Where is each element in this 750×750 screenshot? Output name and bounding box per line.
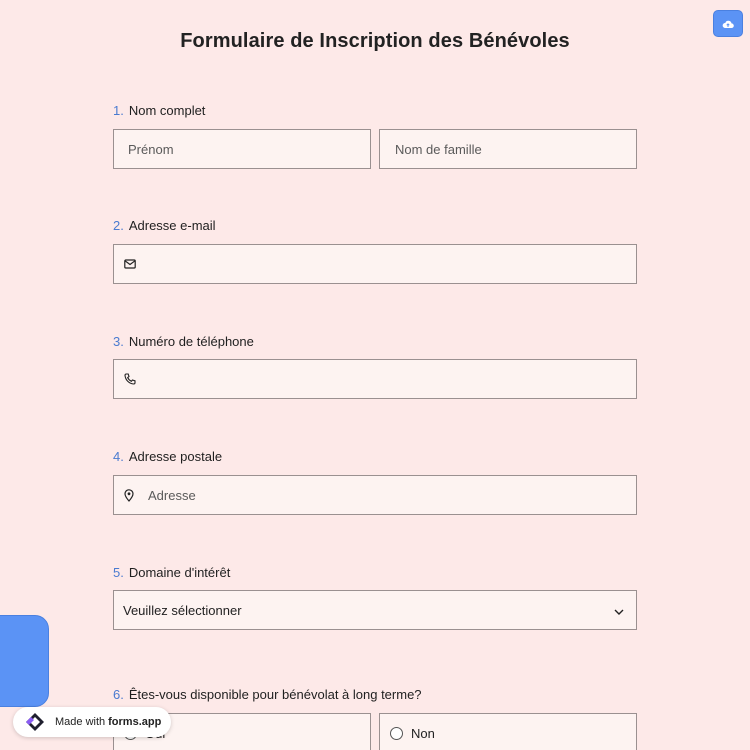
question-text: Adresse e-mail [128,218,216,233]
made-with-prefix: Made with [55,716,106,728]
email-input[interactable] [113,244,637,284]
made-with-badge[interactable]: Made with forms.app [13,707,171,737]
availability-option-no[interactable]: Non [379,713,637,750]
form-page: Formulaire de Inscription des Bénévoles … [0,0,750,750]
availability-option-no-label: Non [411,725,435,741]
cloud-upload-icon [722,20,734,28]
question-number: 5. [113,565,124,580]
forms-app-logo-icon [21,711,49,733]
interest-select[interactable]: Veuillez sélectionner [113,590,637,630]
made-with-brand: forms.app [108,716,162,728]
question-label-phone: 3. Numéro de téléphone [113,334,254,349]
question-label-full-name: 1. Nom complet [113,103,205,118]
interest-selected-value: Veuillez sélectionner [123,602,242,618]
question-label-interest: 5. Domaine d'intérêt [113,565,230,580]
first-name-placeholder: Prénom [128,141,174,157]
chevron-down-icon [614,603,624,618]
mail-icon [124,259,136,269]
phone-icon [124,373,136,385]
address-input[interactable]: Adresse [113,475,637,515]
question-label-availability: 6. Êtes-vous disponible pour bénévolat à … [113,687,422,702]
question-label-address: 4. Adresse postale [113,449,222,464]
question-number: 1. [113,103,124,118]
question-number: 4. [113,449,124,464]
question-text: Êtes-vous disponible pour bénévolat à lo… [128,687,422,702]
question-text: Adresse postale [128,449,223,464]
first-name-input[interactable]: Prénom [113,129,371,169]
question-text: Numéro de téléphone [128,334,254,349]
question-number: 2. [113,218,124,233]
floating-widget-launcher[interactable] [0,615,49,707]
question-text: Nom complet [128,103,206,118]
question-text: Domaine d'intérêt [128,565,231,580]
question-label-email: 2. Adresse e-mail [113,218,216,233]
address-placeholder: Adresse [148,487,196,503]
map-pin-icon [124,488,134,502]
last-name-input[interactable]: Nom de famille [379,129,637,169]
form-title: Formulaire de Inscription des Bénévoles [180,30,570,52]
question-number: 3. [113,334,124,349]
radio-no[interactable] [390,726,403,740]
last-name-placeholder: Nom de famille [395,141,482,157]
question-number: 6. [113,687,124,702]
phone-input[interactable] [113,359,637,399]
